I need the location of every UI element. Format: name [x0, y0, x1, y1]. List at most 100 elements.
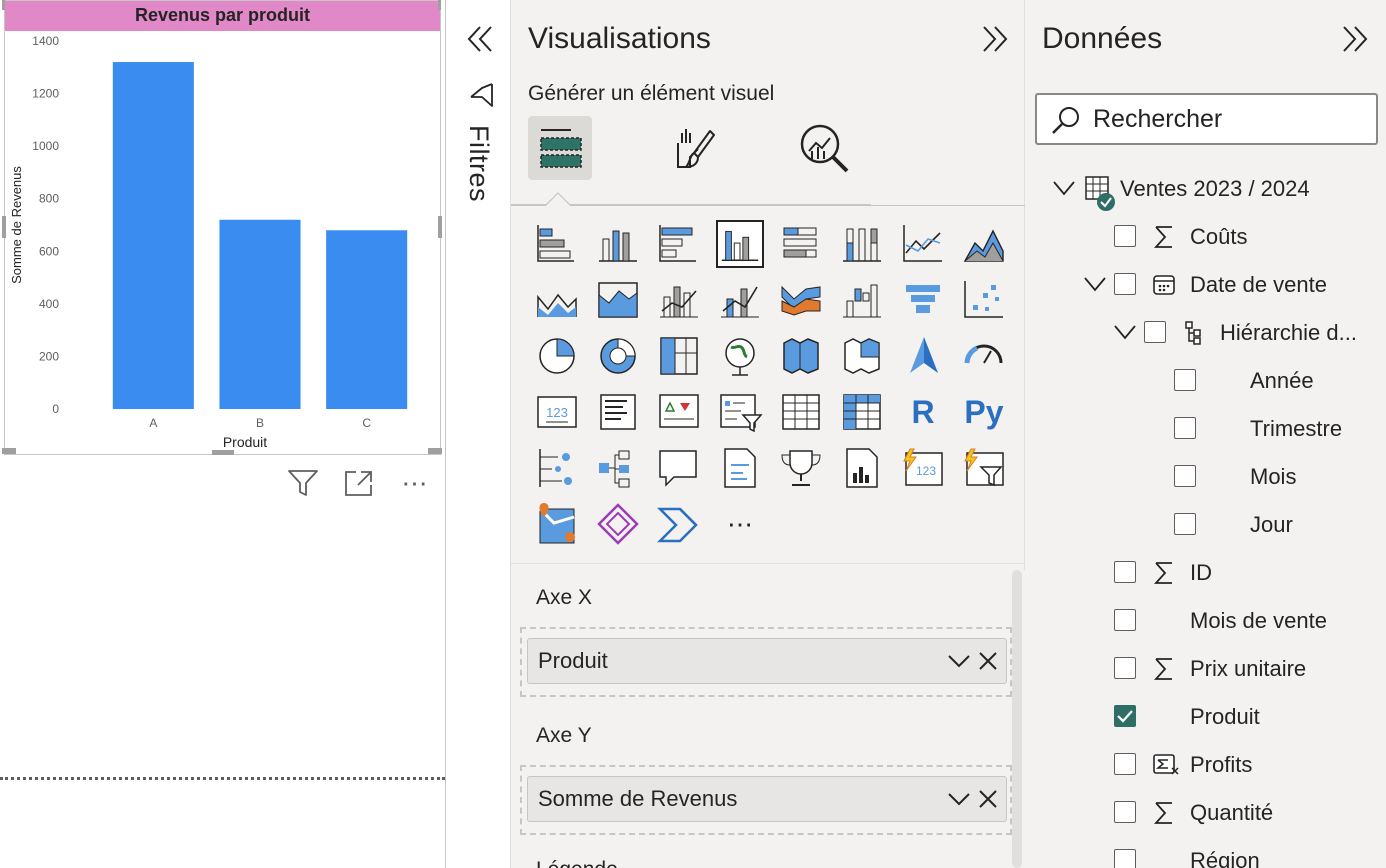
field-row-5[interactable]: Mois	[1025, 453, 1385, 501]
x-axis-field-chip[interactable]: Produit	[527, 638, 1007, 684]
visual-type-area-chart[interactable]	[960, 220, 1008, 268]
visual-type-100-stacked-area-chart[interactable]	[594, 276, 642, 324]
field-checkbox[interactable]	[1114, 273, 1136, 295]
close-icon[interactable]	[978, 650, 998, 672]
chevron-down-icon[interactable]	[948, 789, 970, 809]
visual-type-stacked-area-chart[interactable]	[533, 276, 581, 324]
visual-type-matrix[interactable]	[838, 388, 886, 436]
visual-type-gauge[interactable]	[960, 332, 1008, 380]
visual-type-decomposition-tree[interactable]	[594, 444, 642, 492]
field-checkbox[interactable]	[1174, 513, 1196, 535]
resize-handle-top-left[interactable]	[2, 0, 5, 10]
report-canvas[interactable]: Revenus par produit 0 200 400 600 800 1000 120…	[0, 0, 445, 868]
chevron-down-icon[interactable]	[1052, 178, 1076, 198]
visual-type-shape-map[interactable]	[838, 332, 886, 380]
field-checkbox[interactable]	[1114, 801, 1136, 823]
visual-type-funnel-chart[interactable]	[899, 276, 947, 324]
visual-type-metrics[interactable]	[777, 444, 825, 492]
field-checkbox[interactable]	[1114, 753, 1136, 775]
resize-handle-left[interactable]	[2, 216, 6, 238]
wells-scrollbar[interactable]	[1012, 570, 1022, 868]
visual-type-waterfall-chart[interactable]	[838, 276, 886, 324]
analytics-tab[interactable]	[792, 116, 856, 180]
field-row-12[interactable]: Quantité	[1025, 789, 1385, 837]
field-row-11[interactable]: Profits	[1025, 741, 1385, 789]
field-checkbox[interactable]	[1114, 609, 1136, 631]
visual-type-100-stacked-bar-chart[interactable]	[777, 220, 825, 268]
visual-type-filled-map[interactable]	[777, 332, 825, 380]
visual-type-card[interactable]: 123	[533, 388, 581, 436]
visual-type-power-automate[interactable]	[960, 444, 1008, 492]
focus-mode-button[interactable]	[341, 466, 377, 500]
visual-type-key-influencers[interactable]	[533, 444, 581, 492]
visual-type-line-and-clustered-column-chart[interactable]	[716, 276, 764, 324]
field-row-13[interactable]: Région	[1025, 837, 1385, 868]
visual-type-map[interactable]	[716, 332, 764, 380]
visual-type-donut-chart[interactable]	[594, 332, 642, 380]
field-checkbox[interactable]	[1114, 849, 1136, 868]
visual-type-r-script-visual[interactable]: R	[899, 388, 947, 436]
visual-type-stacked-bar-chart[interactable]	[533, 220, 581, 268]
visual-type-clustered-bar-chart[interactable]	[655, 220, 703, 268]
field-checkbox[interactable]	[1114, 561, 1136, 583]
bar-B[interactable]	[219, 219, 301, 409]
field-row-3[interactable]: Année	[1025, 357, 1385, 405]
field-row-7[interactable]: ID	[1025, 549, 1385, 597]
field-row-2[interactable]: Hiérarchie d...	[1025, 309, 1385, 357]
visual-type-100-stacked-column-chart[interactable]	[838, 220, 886, 268]
format-visual-tab[interactable]	[661, 116, 725, 180]
resize-handle-bottom-right[interactable]	[428, 448, 442, 454]
expand-filters-button[interactable]	[466, 24, 494, 56]
chevron-down-icon[interactable]	[1083, 274, 1107, 294]
visual-type-arcgis-map[interactable]	[533, 500, 581, 548]
collapse-visualizations-button[interactable]	[981, 24, 1009, 56]
bar-C[interactable]	[326, 230, 408, 409]
chevron-down-icon[interactable]	[1113, 322, 1137, 342]
visual-type-treemap[interactable]	[655, 332, 703, 380]
visual-type-more-visuals[interactable]: ⋯	[716, 500, 764, 548]
visual-type-slicer[interactable]	[716, 388, 764, 436]
visual-type-power-apps[interactable]: 123	[899, 444, 947, 492]
field-checkbox[interactable]	[1174, 369, 1196, 391]
field-checkbox[interactable]	[1174, 417, 1196, 439]
resize-handle-bottom[interactable]	[212, 450, 234, 455]
visual-type-line-and-stacked-column-chart[interactable]	[655, 276, 703, 324]
field-row-0[interactable]: Coûts	[1025, 213, 1385, 261]
visual-type-python-visual[interactable]: Py	[960, 388, 1008, 436]
resize-handle-right[interactable]	[438, 216, 442, 238]
bar-chart-visual[interactable]: Revenus par produit 0 200 400 600 800 1000 120…	[4, 0, 441, 455]
table-row-ventes[interactable]: Ventes 2023 / 2024	[1025, 165, 1385, 213]
field-row-6[interactable]: Jour	[1025, 501, 1385, 549]
more-options-button[interactable]: ⋯	[397, 466, 433, 500]
resize-handle-top-right[interactable]	[438, 0, 441, 10]
visual-type-stacked-column-chart[interactable]	[594, 220, 642, 268]
visual-type-clustered-column-chart[interactable]	[716, 220, 764, 268]
field-checkbox[interactable]	[1174, 465, 1196, 487]
resize-handle-bottom-left[interactable]	[2, 448, 16, 454]
field-row-8[interactable]: Mois de vente	[1025, 597, 1385, 645]
y-axis-field-chip[interactable]: Somme de Revenus	[527, 776, 1007, 822]
visual-type-azure-map[interactable]	[899, 332, 947, 380]
field-checkbox[interactable]	[1144, 321, 1166, 343]
field-row-9[interactable]: Prix unitaire	[1025, 645, 1385, 693]
visual-type-smart-narrative[interactable]	[716, 444, 764, 492]
visual-type-q-and-a[interactable]	[655, 444, 703, 492]
field-row-10[interactable]: Produit	[1025, 693, 1385, 741]
filter-visual-button[interactable]	[285, 466, 321, 500]
visual-type-multi-row-card[interactable]	[594, 388, 642, 436]
build-visual-tab[interactable]	[528, 116, 592, 180]
visual-type-power-automate-visual[interactable]	[655, 500, 703, 548]
visual-type-power-apps-visual[interactable]	[594, 500, 642, 548]
filters-pane-collapsed[interactable]: Filtres	[445, 0, 511, 868]
y-axis-well[interactable]: Somme de Revenus	[520, 765, 1012, 835]
field-checkbox[interactable]	[1114, 225, 1136, 247]
close-icon[interactable]	[978, 788, 998, 810]
collapse-data-button[interactable]	[1341, 24, 1369, 56]
search-input[interactable]	[1093, 103, 1363, 135]
bar-A[interactable]	[112, 62, 194, 410]
filters-label[interactable]: Filtres	[463, 125, 494, 202]
visual-type-table[interactable]	[777, 388, 825, 436]
field-checkbox[interactable]	[1114, 657, 1136, 679]
visual-type-paginated-report[interactable]	[838, 444, 886, 492]
field-checkbox[interactable]	[1114, 705, 1136, 727]
